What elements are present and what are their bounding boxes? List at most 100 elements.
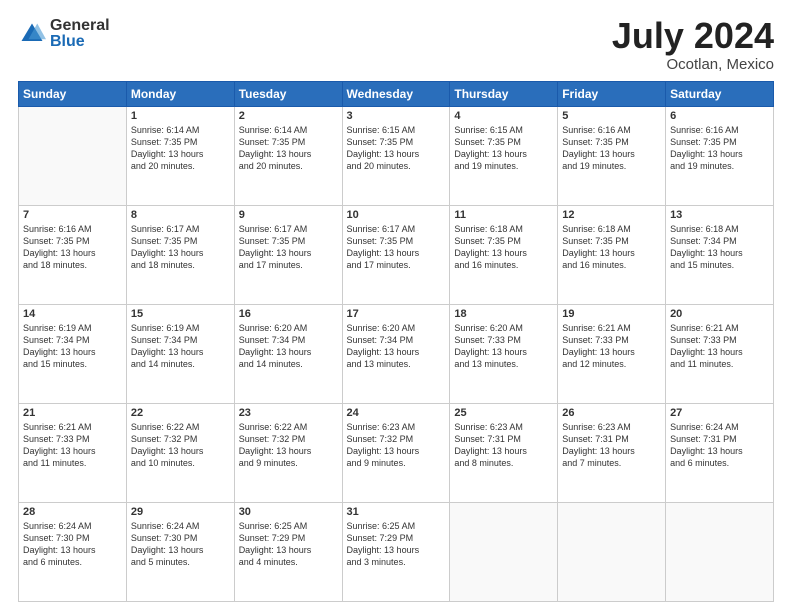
- day-info: Sunrise: 6:23 AMSunset: 7:31 PMDaylight:…: [562, 421, 661, 470]
- day-info: Sunrise: 6:16 AMSunset: 7:35 PMDaylight:…: [562, 124, 661, 173]
- table-row: 26 Sunrise: 6:23 AMSunset: 7:31 PMDayligh…: [558, 404, 666, 503]
- page: General Blue July 2024 Ocotlan, Mexico S…: [0, 0, 792, 612]
- day-info: Sunrise: 6:22 AMSunset: 7:32 PMDaylight:…: [131, 421, 230, 470]
- day-info: Sunrise: 6:25 AMSunset: 7:29 PMDaylight:…: [347, 520, 446, 569]
- title-location: Ocotlan, Mexico: [612, 56, 774, 73]
- col-sunday: Sunday: [19, 82, 127, 107]
- table-row: 18Sunrise: 6:20 AMSunset: 7:33 PMDayligh…: [450, 305, 558, 404]
- day-info: Sunrise: 6:16 AMSunset: 7:35 PMDaylight:…: [23, 223, 122, 272]
- table-row: 20Sunrise: 6:21 AMSunset: 7:33 PMDayligh…: [666, 305, 774, 404]
- table-row: 1 Sunrise: 6:14 AMSunset: 7:35 PMDaylight…: [126, 107, 234, 206]
- table-row: 5 Sunrise: 6:16 AMSunset: 7:35 PMDaylight…: [558, 107, 666, 206]
- day-number: 9: [239, 209, 338, 221]
- day-number: 15: [131, 308, 230, 320]
- day-info: Sunrise: 6:17 AMSunset: 7:35 PMDaylight:…: [131, 223, 230, 272]
- calendar-week-row: 7 Sunrise: 6:16 AMSunset: 7:35 PMDaylight…: [19, 206, 774, 305]
- table-row: 24 Sunrise: 6:23 AMSunset: 7:32 PMDayligh…: [342, 404, 450, 503]
- day-number: 3: [347, 110, 446, 122]
- day-number: 16: [239, 308, 338, 320]
- day-info: Sunrise: 6:21 AMSunset: 7:33 PMDaylight:…: [23, 421, 122, 470]
- logo-general-text: General: [50, 18, 110, 34]
- table-row: 4Sunrise: 6:15 AMSunset: 7:35 PMDaylight…: [450, 107, 558, 206]
- day-info: Sunrise: 6:23 AMSunset: 7:32 PMDaylight:…: [347, 421, 446, 470]
- logo-icon: [18, 20, 46, 48]
- table-row: 7 Sunrise: 6:16 AMSunset: 7:35 PMDaylight…: [19, 206, 127, 305]
- day-info: Sunrise: 6:24 AMSunset: 7:30 PMDaylight:…: [23, 520, 122, 569]
- col-monday: Monday: [126, 82, 234, 107]
- table-row: [450, 503, 558, 602]
- day-info: Sunrise: 6:15 AMSunset: 7:35 PMDaylight:…: [347, 124, 446, 173]
- day-number: 29: [131, 506, 230, 518]
- day-number: 23: [239, 407, 338, 419]
- calendar-header-row: Sunday Monday Tuesday Wednesday Thursday…: [19, 82, 774, 107]
- table-row: 14Sunrise: 6:19 AMSunset: 7:34 PMDayligh…: [19, 305, 127, 404]
- day-info: Sunrise: 6:14 AMSunset: 7:35 PMDaylight:…: [239, 124, 338, 173]
- day-number: 30: [239, 506, 338, 518]
- day-info: Sunrise: 6:20 AMSunset: 7:33 PMDaylight:…: [454, 322, 553, 371]
- day-number: 31: [347, 506, 446, 518]
- day-info: Sunrise: 6:21 AMSunset: 7:33 PMDaylight:…: [562, 322, 661, 371]
- table-row: 17Sunrise: 6:20 AMSunset: 7:34 PMDayligh…: [342, 305, 450, 404]
- col-thursday: Thursday: [450, 82, 558, 107]
- table-row: 19 Sunrise: 6:21 AMSunset: 7:33 PMDayligh…: [558, 305, 666, 404]
- table-row: 10Sunrise: 6:17 AMSunset: 7:35 PMDayligh…: [342, 206, 450, 305]
- day-info: Sunrise: 6:18 AMSunset: 7:34 PMDaylight:…: [670, 223, 769, 272]
- title-month: July 2024: [612, 18, 774, 54]
- day-number: 17: [347, 308, 446, 320]
- table-row: 9 Sunrise: 6:17 AMSunset: 7:35 PMDaylight…: [234, 206, 342, 305]
- day-number: 19: [562, 308, 661, 320]
- header: General Blue July 2024 Ocotlan, Mexico: [18, 18, 774, 73]
- table-row: 12 Sunrise: 6:18 AMSunset: 7:35 PMDayligh…: [558, 206, 666, 305]
- table-row: 27 Sunrise: 6:24 AMSunset: 7:31 PMDayligh…: [666, 404, 774, 503]
- day-number: 27: [670, 407, 769, 419]
- calendar-week-row: 28 Sunrise: 6:24 AMSunset: 7:30 PMDayligh…: [19, 503, 774, 602]
- table-row: 21 Sunrise: 6:21 AMSunset: 7:33 PMDayligh…: [19, 404, 127, 503]
- day-info: Sunrise: 6:19 AMSunset: 7:34 PMDaylight:…: [131, 322, 230, 371]
- day-number: 8: [131, 209, 230, 221]
- logo-text: General Blue: [50, 18, 110, 50]
- calendar-week-row: 14Sunrise: 6:19 AMSunset: 7:34 PMDayligh…: [19, 305, 774, 404]
- table-row: 3 Sunrise: 6:15 AMSunset: 7:35 PMDaylight…: [342, 107, 450, 206]
- day-number: 4: [454, 110, 553, 122]
- day-number: 7: [23, 209, 122, 221]
- day-info: Sunrise: 6:18 AMSunset: 7:35 PMDaylight:…: [454, 223, 553, 272]
- day-number: 24: [347, 407, 446, 419]
- calendar-week-row: 21 Sunrise: 6:21 AMSunset: 7:33 PMDayligh…: [19, 404, 774, 503]
- table-row: 23Sunrise: 6:22 AMSunset: 7:32 PMDayligh…: [234, 404, 342, 503]
- day-number: 25: [454, 407, 553, 419]
- col-wednesday: Wednesday: [342, 82, 450, 107]
- day-number: 11: [454, 209, 553, 221]
- title-block: July 2024 Ocotlan, Mexico: [612, 18, 774, 73]
- col-saturday: Saturday: [666, 82, 774, 107]
- day-info: Sunrise: 6:14 AMSunset: 7:35 PMDaylight:…: [131, 124, 230, 173]
- day-number: 5: [562, 110, 661, 122]
- table-row: 30Sunrise: 6:25 AMSunset: 7:29 PMDayligh…: [234, 503, 342, 602]
- table-row: 15 Sunrise: 6:19 AMSunset: 7:34 PMDayligh…: [126, 305, 234, 404]
- table-row: [558, 503, 666, 602]
- day-info: Sunrise: 6:19 AMSunset: 7:34 PMDaylight:…: [23, 322, 122, 371]
- col-friday: Friday: [558, 82, 666, 107]
- day-number: 6: [670, 110, 769, 122]
- table-row: 16 Sunrise: 6:20 AMSunset: 7:34 PMDayligh…: [234, 305, 342, 404]
- day-number: 12: [562, 209, 661, 221]
- day-number: 28: [23, 506, 122, 518]
- table-row: 6 Sunrise: 6:16 AMSunset: 7:35 PMDaylight…: [666, 107, 774, 206]
- table-row: 13 Sunrise: 6:18 AMSunset: 7:34 PMDayligh…: [666, 206, 774, 305]
- day-info: Sunrise: 6:17 AMSunset: 7:35 PMDaylight:…: [347, 223, 446, 272]
- logo: General Blue: [18, 18, 110, 50]
- day-number: 20: [670, 308, 769, 320]
- day-number: 1: [131, 110, 230, 122]
- day-info: Sunrise: 6:23 AMSunset: 7:31 PMDaylight:…: [454, 421, 553, 470]
- day-info: Sunrise: 6:20 AMSunset: 7:34 PMDaylight:…: [239, 322, 338, 371]
- col-tuesday: Tuesday: [234, 82, 342, 107]
- day-info: Sunrise: 6:17 AMSunset: 7:35 PMDaylight:…: [239, 223, 338, 272]
- day-number: 21: [23, 407, 122, 419]
- table-row: [666, 503, 774, 602]
- day-info: Sunrise: 6:24 AMSunset: 7:31 PMDaylight:…: [670, 421, 769, 470]
- day-number: 26: [562, 407, 661, 419]
- day-info: Sunrise: 6:16 AMSunset: 7:35 PMDaylight:…: [670, 124, 769, 173]
- table-row: 31 Sunrise: 6:25 AMSunset: 7:29 PMDayligh…: [342, 503, 450, 602]
- day-info: Sunrise: 6:18 AMSunset: 7:35 PMDaylight:…: [562, 223, 661, 272]
- day-number: 13: [670, 209, 769, 221]
- calendar-week-row: 1 Sunrise: 6:14 AMSunset: 7:35 PMDaylight…: [19, 107, 774, 206]
